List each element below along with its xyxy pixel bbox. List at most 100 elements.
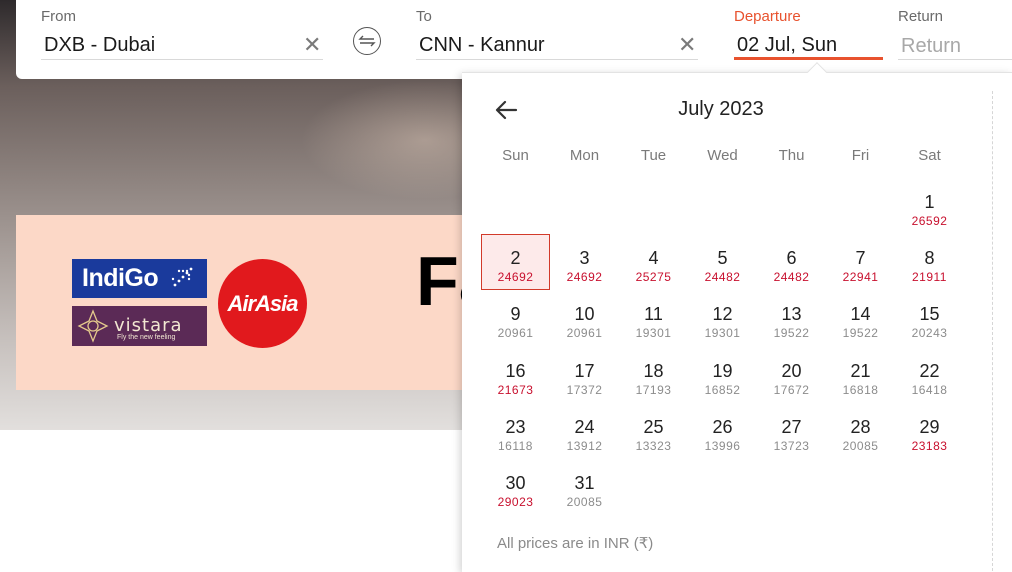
day-number: 13 bbox=[781, 304, 802, 325]
calendar-day-cell[interactable]: 13 19522 bbox=[757, 290, 826, 346]
day-fare: 21673 bbox=[497, 382, 534, 397]
day-fare: 22941 bbox=[842, 270, 879, 285]
day-fare: 16852 bbox=[704, 382, 741, 397]
calendar-day-cell[interactable]: 4 25275 bbox=[619, 234, 688, 290]
day-number: 23 bbox=[505, 416, 526, 437]
swap-icon bbox=[358, 35, 376, 47]
airline-promo-banner[interactable]: IndiGo vistara Fly the new feeling AirAs… bbox=[16, 215, 498, 390]
calendar-day-cell[interactable]: 22 16418 bbox=[895, 347, 964, 403]
calendar-day-cell[interactable]: 6 24482 bbox=[757, 234, 826, 290]
calendar-day-cell[interactable]: 24 13912 bbox=[550, 403, 619, 459]
plane-dots-icon bbox=[171, 267, 193, 287]
day-fare: 13323 bbox=[635, 438, 672, 453]
day-fare: 20243 bbox=[911, 326, 948, 341]
day-fare: 17372 bbox=[566, 382, 603, 397]
day-fare: 25275 bbox=[635, 270, 672, 285]
from-label: From bbox=[41, 8, 76, 25]
departure-underline bbox=[734, 57, 883, 60]
day-number: 1 bbox=[924, 192, 935, 212]
calendar-day-cell[interactable]: 12 19301 bbox=[688, 290, 757, 346]
day-number: 11 bbox=[644, 304, 663, 325]
clear-from-icon[interactable]: ✕ bbox=[303, 34, 321, 56]
airasia-logo: AirAsia bbox=[218, 259, 307, 348]
day-number: 6 bbox=[786, 248, 797, 269]
calendar-month-title: July 2023 bbox=[678, 98, 764, 120]
calendar-day-cell[interactable]: 31 20085 bbox=[550, 459, 619, 515]
day-number: 12 bbox=[712, 304, 733, 325]
calendar-day-cell[interactable]: 9 20961 bbox=[481, 290, 550, 346]
day-number: 15 bbox=[919, 304, 940, 325]
weekday-label: Mon bbox=[569, 147, 600, 164]
calendar-day-cell[interactable]: 7 22941 bbox=[826, 234, 895, 290]
calendar-day-cell[interactable]: 23 16118 bbox=[481, 403, 550, 459]
to-label: To bbox=[416, 8, 432, 25]
calendar-day-cell[interactable]: 26 13996 bbox=[688, 403, 757, 459]
day-fare: 29023 bbox=[497, 495, 534, 509]
from-underline bbox=[41, 59, 323, 60]
day-number: 5 bbox=[717, 248, 728, 269]
weekday-label: Thu bbox=[778, 147, 805, 164]
calendar-day-cell[interactable]: 14 19522 bbox=[826, 290, 895, 346]
day-number: 14 bbox=[850, 304, 871, 325]
calendar-day-cell[interactable]: 27 13723 bbox=[757, 403, 826, 459]
calendar-day-cell[interactable]: 3 24692 bbox=[550, 234, 619, 290]
flight-search-bar: From DXB - Dubai ✕ To CNN - Kannur ✕ Dep… bbox=[16, 0, 1012, 79]
to-value[interactable]: CNN - Kannur bbox=[419, 34, 545, 57]
day-number: 9 bbox=[510, 304, 521, 325]
calendar-day-cell[interactable]: 20 17672 bbox=[757, 347, 826, 403]
calendar-day-cell[interactable]: 10 20961 bbox=[550, 290, 619, 346]
day-number: 16 bbox=[505, 360, 526, 381]
day-fare: 16418 bbox=[911, 382, 948, 397]
day-number: 3 bbox=[579, 248, 590, 269]
day-fare: 19522 bbox=[773, 326, 810, 341]
day-number: 19 bbox=[712, 360, 733, 381]
departure-label: Departure bbox=[734, 8, 801, 25]
day-number: 8 bbox=[924, 248, 935, 269]
swap-cities-button[interactable] bbox=[353, 27, 381, 55]
day-fare: 17672 bbox=[773, 382, 810, 397]
day-number: 20 bbox=[781, 360, 802, 381]
day-fare: 13723 bbox=[773, 438, 810, 453]
day-number: 2 bbox=[510, 248, 521, 269]
day-fare: 26592 bbox=[911, 214, 948, 228]
day-fare: 24482 bbox=[704, 270, 741, 285]
calendar-day-cell[interactable]: 5 24482 bbox=[688, 234, 757, 290]
vistara-logo-text: vistara bbox=[114, 315, 183, 336]
day-fare: 24482 bbox=[773, 270, 810, 285]
calendar-day-cell[interactable]: 21 16818 bbox=[826, 347, 895, 403]
clear-to-icon[interactable]: ✕ bbox=[678, 34, 696, 56]
day-number: 27 bbox=[781, 416, 802, 437]
calendar-day-cell[interactable]: 25 13323 bbox=[619, 403, 688, 459]
calendar-day-cell[interactable]: 29 23183 bbox=[895, 403, 964, 459]
calendar-day-cell[interactable]: 15 20243 bbox=[895, 290, 964, 346]
calendar-day-cell[interactable]: 1 26592 bbox=[895, 178, 964, 234]
day-fare: 24692 bbox=[566, 270, 603, 285]
calendar-day-cell[interactable]: 17 17372 bbox=[550, 347, 619, 403]
day-number: 18 bbox=[643, 360, 664, 381]
calendar-day-cell[interactable]: 19 16852 bbox=[688, 347, 757, 403]
calendar-day-cell[interactable]: 30 29023 bbox=[481, 459, 550, 515]
airasia-logo-text: AirAsia bbox=[227, 290, 298, 316]
weekday-label: Sat bbox=[918, 147, 941, 164]
vistara-logo: vistara Fly the new feeling bbox=[72, 306, 207, 346]
from-value[interactable]: DXB - Dubai bbox=[44, 34, 155, 57]
day-number: 4 bbox=[648, 248, 659, 269]
calendar-day-cell[interactable]: 8 21911 bbox=[895, 234, 964, 290]
day-fare: 20961 bbox=[497, 326, 534, 341]
day-number: 22 bbox=[919, 360, 940, 381]
day-number: 25 bbox=[643, 416, 664, 437]
return-placeholder[interactable]: Return bbox=[901, 35, 961, 58]
calendar-day-cell[interactable]: 11 19301 bbox=[619, 290, 688, 346]
calendar-day-cell[interactable]: 28 20085 bbox=[826, 403, 895, 459]
calendar-day-cell[interactable]: 18 17193 bbox=[619, 347, 688, 403]
weekday-label: Wed bbox=[707, 147, 738, 164]
weekday-label: Sun bbox=[502, 147, 529, 164]
vistara-emblem-icon bbox=[77, 309, 109, 343]
day-number: 10 bbox=[574, 304, 595, 325]
calendar-day-cell[interactable]: 16 21673 bbox=[481, 347, 550, 403]
day-number: 30 bbox=[505, 473, 526, 493]
departure-value[interactable]: 02 Jul, Sun bbox=[737, 34, 837, 57]
to-underline bbox=[416, 59, 698, 60]
calendar-day-cell[interactable]: 2 24692 bbox=[481, 234, 550, 291]
vistara-tagline: Fly the new feeling bbox=[117, 334, 176, 341]
